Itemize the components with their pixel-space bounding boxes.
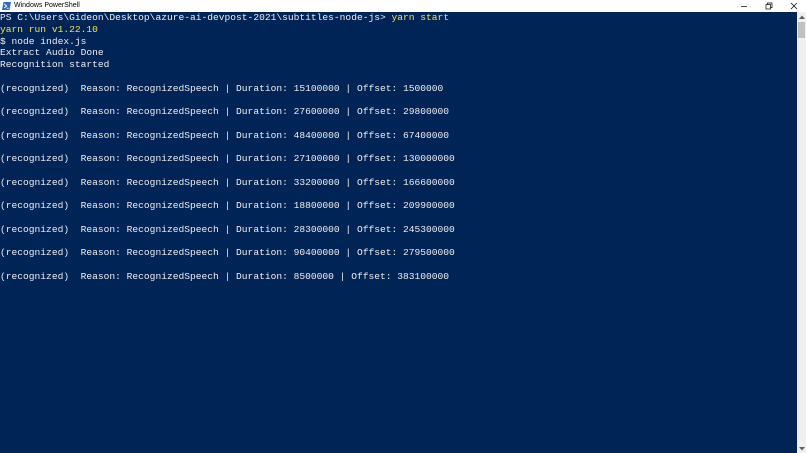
powershell-icon (2, 2, 11, 10)
command-text: yarn start (391, 12, 450, 23)
blank-line (0, 118, 797, 130)
result-line: (recognized) Reason: RecognizedSpeech | … (0, 153, 455, 164)
scroll-down-button[interactable] (797, 444, 806, 453)
restore-button[interactable] (756, 0, 781, 12)
result-line: (recognized) Reason: RecognizedSpeech | … (0, 200, 455, 211)
prompt-path: PS C:\Users\Gideon\Desktop\azure-ai-devp… (0, 12, 392, 23)
close-icon (790, 2, 797, 10)
window-title: Windows PowerShell (14, 2, 80, 9)
blank-line (0, 212, 797, 224)
prompt-line: PS C:\Users\Gideon\Desktop\azure-ai-devp… (0, 12, 797, 24)
scroll-thumb[interactable] (798, 22, 805, 38)
result-line: (recognized) Reason: RecognizedSpeech | … (0, 223, 455, 235)
close-button[interactable] (781, 0, 806, 12)
blank-line (0, 141, 797, 153)
blank-line (0, 165, 797, 177)
restore-icon (765, 2, 772, 10)
blank-line (0, 71, 797, 83)
minimize-button[interactable] (731, 0, 756, 12)
console-output[interactable]: PS C:\Users\Gideon\Desktop\azure-ai-devp… (0, 12, 797, 453)
result-line: (recognized) Reason: RecognizedSpeech | … (0, 270, 450, 282)
blank-line (0, 94, 797, 106)
recognition-started-line: Recognition started (0, 59, 110, 70)
console-lines: PS C:\Users\Gideon\Desktop\azure-ai-devp… (0, 12, 797, 282)
title-bar[interactable]: Windows PowerShell (0, 0, 806, 12)
result-line: (recognized) Reason: RecognizedSpeech | … (0, 176, 455, 188)
vertical-scrollbar[interactable] (797, 12, 806, 453)
result-line: (recognized) Reason: RecognizedSpeech | … (0, 106, 450, 117)
result-line: (recognized) Reason: RecognizedSpeech | … (0, 129, 450, 141)
minimize-icon (740, 6, 747, 7)
scroll-up-button[interactable] (797, 12, 806, 21)
yarn-version-line: yarn run v1.22.10 (0, 23, 98, 35)
result-line: (recognized) Reason: RecognizedSpeech | … (0, 82, 444, 94)
powershell-window: Windows PowerShell PS C:\Users\Gideon\De… (0, 0, 806, 453)
extract-audio-line: Extract Audio Done (0, 47, 104, 59)
blank-line (0, 188, 797, 200)
chevron-up-icon (798, 15, 805, 19)
blank-line (0, 235, 797, 247)
chevron-down-icon (798, 446, 805, 450)
window-controls (731, 0, 806, 12)
blank-line (0, 259, 797, 271)
result-line: (recognized) Reason: RecognizedSpeech | … (0, 247, 455, 258)
node-command-line: $ node index.js (0, 35, 87, 47)
